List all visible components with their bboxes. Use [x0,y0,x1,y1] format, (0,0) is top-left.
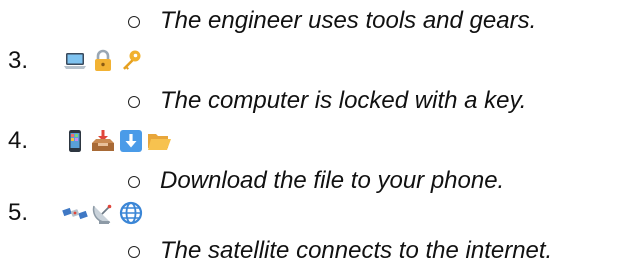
inbox-tray-icon [92,130,114,151]
emoji-group [62,124,172,158]
globe-icon [119,201,143,225]
hollow-bullet-icon [128,96,140,108]
satellite-icon [62,207,88,220]
subitem-text: The engineer uses tools and gears. [160,7,537,34]
emoji-group [62,196,144,230]
hollow-bullet-icon [128,176,140,188]
hollow-bullet-icon [128,16,140,28]
laptop-icon [64,53,86,69]
subitem-text: The computer is locked with a key. [160,87,527,114]
item-number: 5. [8,199,29,226]
list-subitem: The computer is locked with a key. [0,84,637,118]
satellite-dish-icon [92,204,112,224]
list-subitem: Download the file to your phone. [0,164,637,198]
down-arrow-icon [120,130,142,152]
lock-icon [95,49,111,71]
subitem-text: The satellite connects to the internet. [160,237,553,264]
document-list: The engineer uses tools and gears. 3. Th… [0,0,637,268]
subitem-text: Download the file to your phone. [160,167,505,194]
item-number: 3. [8,47,29,74]
list-subitem: The engineer uses tools and gears. [0,4,637,38]
list-item: 3. [0,44,637,78]
hollow-bullet-icon [128,246,140,258]
open-folder-icon [148,134,171,150]
list-item: 5. [0,196,637,230]
emoji-group [62,44,144,78]
key-icon [123,50,141,70]
list-subitem: The satellite connects to the internet. [0,234,637,268]
list-item: 4. [0,124,637,158]
mobile-phone-icon [69,130,81,152]
item-number: 4. [8,127,29,154]
